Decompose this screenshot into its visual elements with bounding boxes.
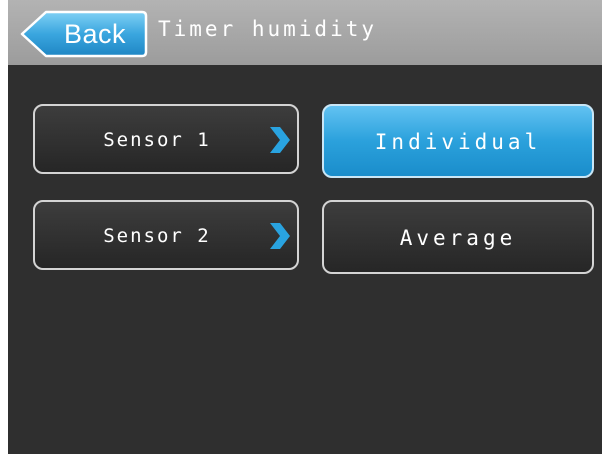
individual-mode-button[interactable]: Individual <box>322 104 594 178</box>
screen: Back Timer humidity Sensor 1 Sensor 2 In… <box>8 0 602 454</box>
sensor-1-label: Sensor 1 <box>103 129 211 151</box>
sensor-2-label: Sensor 2 <box>103 225 211 247</box>
average-mode-label: Average <box>399 226 517 250</box>
chevron-right-icon <box>270 127 290 153</box>
back-button[interactable]: Back <box>20 10 148 58</box>
back-button-label: Back <box>64 19 127 49</box>
average-mode-button[interactable]: Average <box>322 200 594 274</box>
sensor-2-button[interactable]: Sensor 2 <box>33 200 299 270</box>
page-title: Timer humidity <box>158 17 378 41</box>
sensor-1-button[interactable]: Sensor 1 <box>33 104 299 174</box>
header-bar: Back Timer humidity <box>8 0 602 65</box>
individual-mode-label: Individual <box>374 130 542 154</box>
chevron-right-icon <box>270 223 290 249</box>
